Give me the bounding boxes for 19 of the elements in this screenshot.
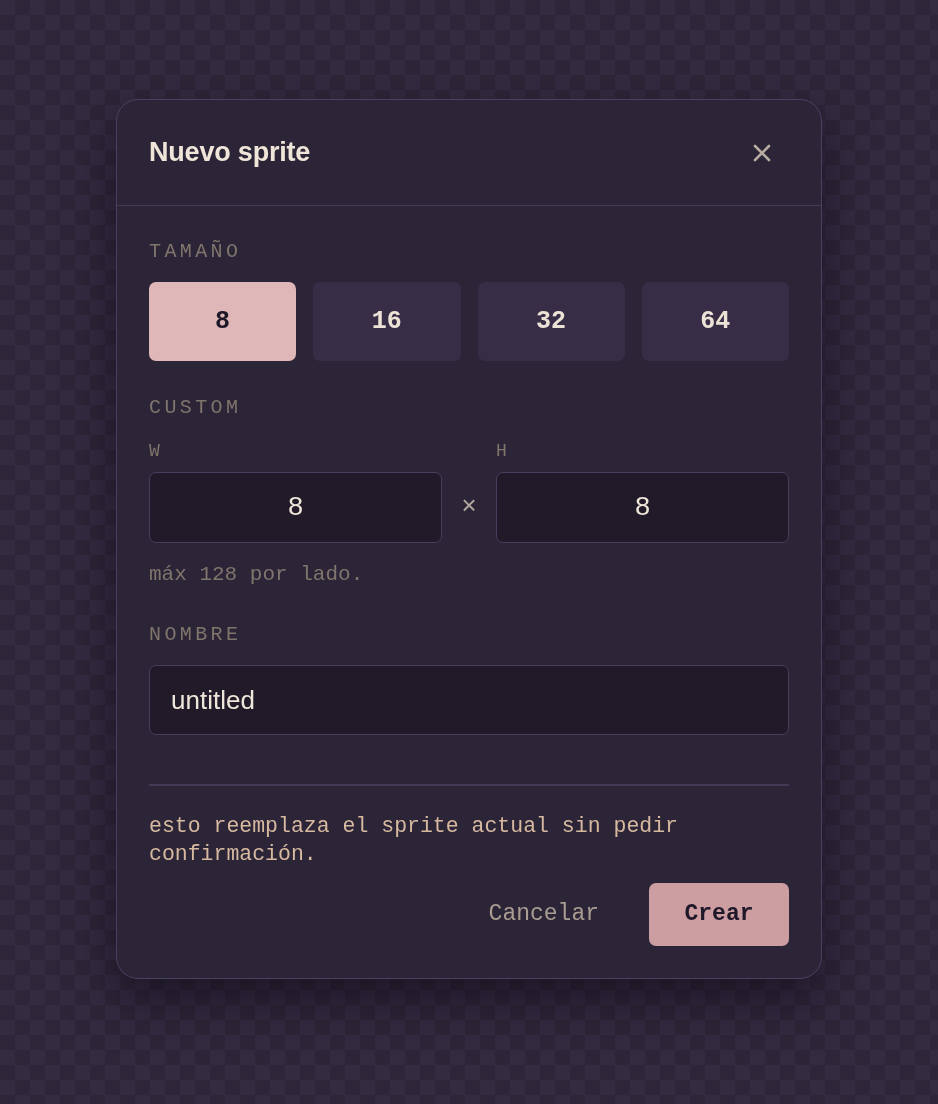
dialog-title: Nuevo sprite — [149, 137, 311, 168]
times-sign: × — [460, 491, 478, 524]
section-label: CUSTOM — [149, 396, 243, 420]
name-field[interactable]: untitled — [149, 665, 789, 735]
size-option[interactable]: 64 — [641, 282, 789, 361]
cancel-button[interactable]: Cancelar — [472, 882, 615, 946]
section-label: NOMBRE — [149, 623, 243, 647]
close-icon — [753, 143, 771, 162]
size-option[interactable]: 16 — [313, 282, 461, 361]
height-field[interactable]: 8 — [496, 472, 789, 543]
warning-text: esto reemplaza el sprite actual sin pedir confirmación. — [149, 812, 679, 868]
width-field[interactable]: 8 — [149, 472, 442, 543]
create-button[interactable]: Crear — [649, 882, 789, 946]
field-label: W — [149, 440, 161, 462]
size-option[interactable]: 8 — [149, 282, 297, 361]
section-label: TAMAÑO — [149, 240, 243, 264]
size-option[interactable]: 32 — [477, 282, 625, 361]
hint-text: máx 128 por lado. — [149, 562, 365, 588]
field-label: H — [496, 440, 508, 462]
